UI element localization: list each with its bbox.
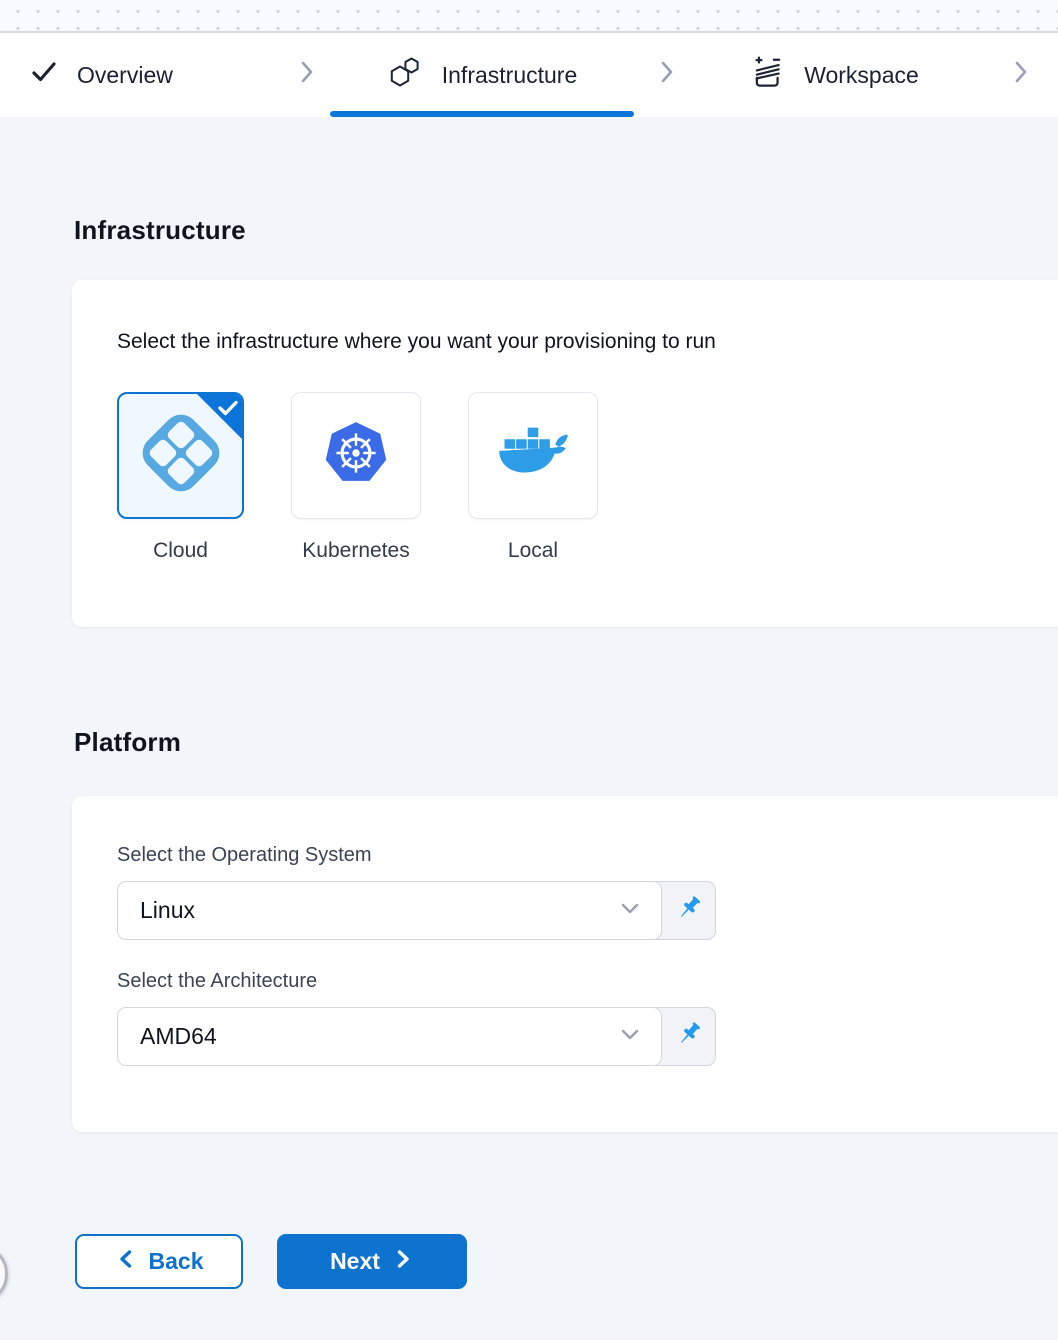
arch-select[interactable]: AMD64 bbox=[117, 1007, 662, 1066]
step-overview[interactable]: Overview bbox=[0, 33, 283, 117]
step-workspace-label: Workspace bbox=[804, 62, 919, 89]
step-separator bbox=[634, 33, 700, 117]
infrastructure-option-local: Local bbox=[468, 392, 598, 563]
back-button[interactable]: Back bbox=[75, 1234, 243, 1289]
infrastructure-options: Cloud bbox=[117, 392, 1047, 563]
infrastructure-option-kubernetes: Kubernetes bbox=[291, 392, 421, 563]
os-field-label: Select the Operating System bbox=[117, 844, 1047, 867]
pin-icon bbox=[675, 1020, 703, 1053]
chevron-right-icon bbox=[654, 59, 680, 91]
infrastructure-option-cloud: Cloud bbox=[117, 392, 244, 563]
local-tile[interactable] bbox=[468, 392, 598, 519]
active-tab-indicator bbox=[330, 111, 634, 117]
arch-select-group: AMD64 bbox=[117, 1007, 716, 1066]
os-select[interactable]: Linux bbox=[117, 881, 662, 940]
cloud-tile-label: Cloud bbox=[153, 539, 208, 563]
dotted-top-strip bbox=[0, 0, 1058, 33]
chevron-down-icon bbox=[617, 895, 643, 927]
stack-icon bbox=[751, 55, 785, 95]
step-infrastructure-label: Infrastructure bbox=[442, 62, 578, 89]
back-button-label: Back bbox=[149, 1248, 204, 1275]
hexagons-icon bbox=[387, 55, 423, 95]
check-icon bbox=[30, 59, 58, 91]
platform-card: Select the Operating System Linux bbox=[72, 796, 1058, 1132]
arch-field-label: Select the Architecture bbox=[117, 970, 1047, 993]
chevron-down-icon bbox=[617, 1021, 643, 1053]
chevron-right-icon bbox=[294, 59, 320, 91]
os-field: Select the Operating System Linux bbox=[117, 844, 1047, 940]
cloud-tile[interactable] bbox=[117, 392, 244, 519]
kubernetes-tile-label: Kubernetes bbox=[302, 539, 409, 563]
docker-icon bbox=[495, 418, 571, 493]
pin-icon bbox=[675, 894, 703, 927]
os-select-value: Linux bbox=[140, 897, 617, 924]
local-tile-label: Local bbox=[508, 539, 558, 563]
chevron-right-icon bbox=[1008, 59, 1034, 91]
step-separator bbox=[970, 33, 1058, 117]
arch-select-value: AMD64 bbox=[140, 1023, 617, 1050]
arch-field: Select the Architecture AMD64 bbox=[117, 970, 1047, 1066]
step-workspace[interactable]: Workspace bbox=[700, 33, 970, 117]
infrastructure-card: Select the infrastructure where you want… bbox=[72, 280, 1058, 627]
chevron-right-icon bbox=[392, 1247, 414, 1277]
chevron-left-icon bbox=[115, 1247, 137, 1277]
infrastructure-section-title: Infrastructure bbox=[74, 215, 1058, 246]
infrastructure-prompt: Select the infrastructure where you want… bbox=[117, 330, 1047, 354]
step-infrastructure[interactable]: Infrastructure bbox=[330, 33, 634, 117]
next-button-label: Next bbox=[330, 1248, 380, 1275]
wizard-stepper: Overview Infrastructure bbox=[0, 33, 1058, 117]
next-button[interactable]: Next bbox=[277, 1234, 467, 1289]
step-overview-label: Overview bbox=[77, 62, 173, 89]
platform-section-title: Platform bbox=[74, 727, 1058, 758]
kubernetes-tile[interactable] bbox=[291, 392, 421, 519]
wizard-content: Infrastructure Select the infrastructure… bbox=[0, 117, 1058, 1289]
cloud-provider-icon bbox=[138, 410, 224, 501]
wizard-actions: Back Next bbox=[75, 1234, 1058, 1289]
step-separator bbox=[283, 33, 330, 117]
os-select-group: Linux bbox=[117, 881, 716, 940]
kubernetes-icon bbox=[322, 420, 390, 491]
